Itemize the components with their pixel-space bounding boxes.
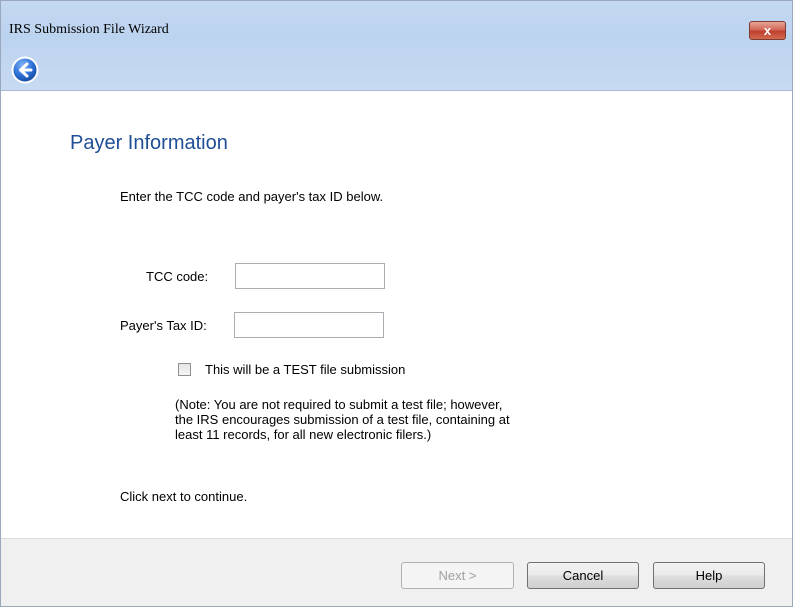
tcc-code-input[interactable] [235, 263, 385, 289]
tax-id-label: Payer's Tax ID: [120, 318, 207, 333]
wizard-window: IRS Submission File Wizard x Payer Infor… [0, 0, 793, 607]
note-line: (Note: You are not required to submit a … [175, 397, 503, 412]
back-arrow-icon [11, 56, 39, 84]
tax-id-input[interactable] [234, 312, 384, 338]
button-bar: Next > Cancel Help [1, 538, 792, 606]
intro-text: Enter the TCC code and payer's tax ID be… [120, 189, 384, 204]
tcc-code-label: TCC code: [146, 269, 209, 284]
cancel-button[interactable]: Cancel [527, 562, 639, 589]
test-file-note: (Note: You are not required to submit a … [175, 397, 615, 442]
continue-message: Click next to continue. [120, 489, 248, 504]
note-line: least 11 records, for all new electronic… [175, 427, 432, 442]
test-file-checkbox[interactable] [178, 363, 191, 376]
help-button[interactable]: Help [653, 562, 765, 589]
test-file-checkbox-label[interactable]: This will be a TEST file submission [205, 362, 405, 377]
test-file-checkbox-row[interactable]: This will be a TEST file submission [178, 362, 405, 377]
wizard-content: Payer Information Enter the TCC code and… [1, 92, 792, 526]
window-title: IRS Submission File Wizard [9, 22, 169, 37]
page-title: Payer Information [70, 132, 228, 154]
title-bar: IRS Submission File Wizard x [1, 1, 792, 91]
close-button[interactable]: x [749, 21, 786, 40]
close-icon: x [763, 23, 772, 38]
note-line: the IRS encourages submission of a test … [175, 412, 510, 427]
back-button[interactable] [11, 56, 39, 84]
next-button[interactable]: Next > [401, 562, 514, 589]
